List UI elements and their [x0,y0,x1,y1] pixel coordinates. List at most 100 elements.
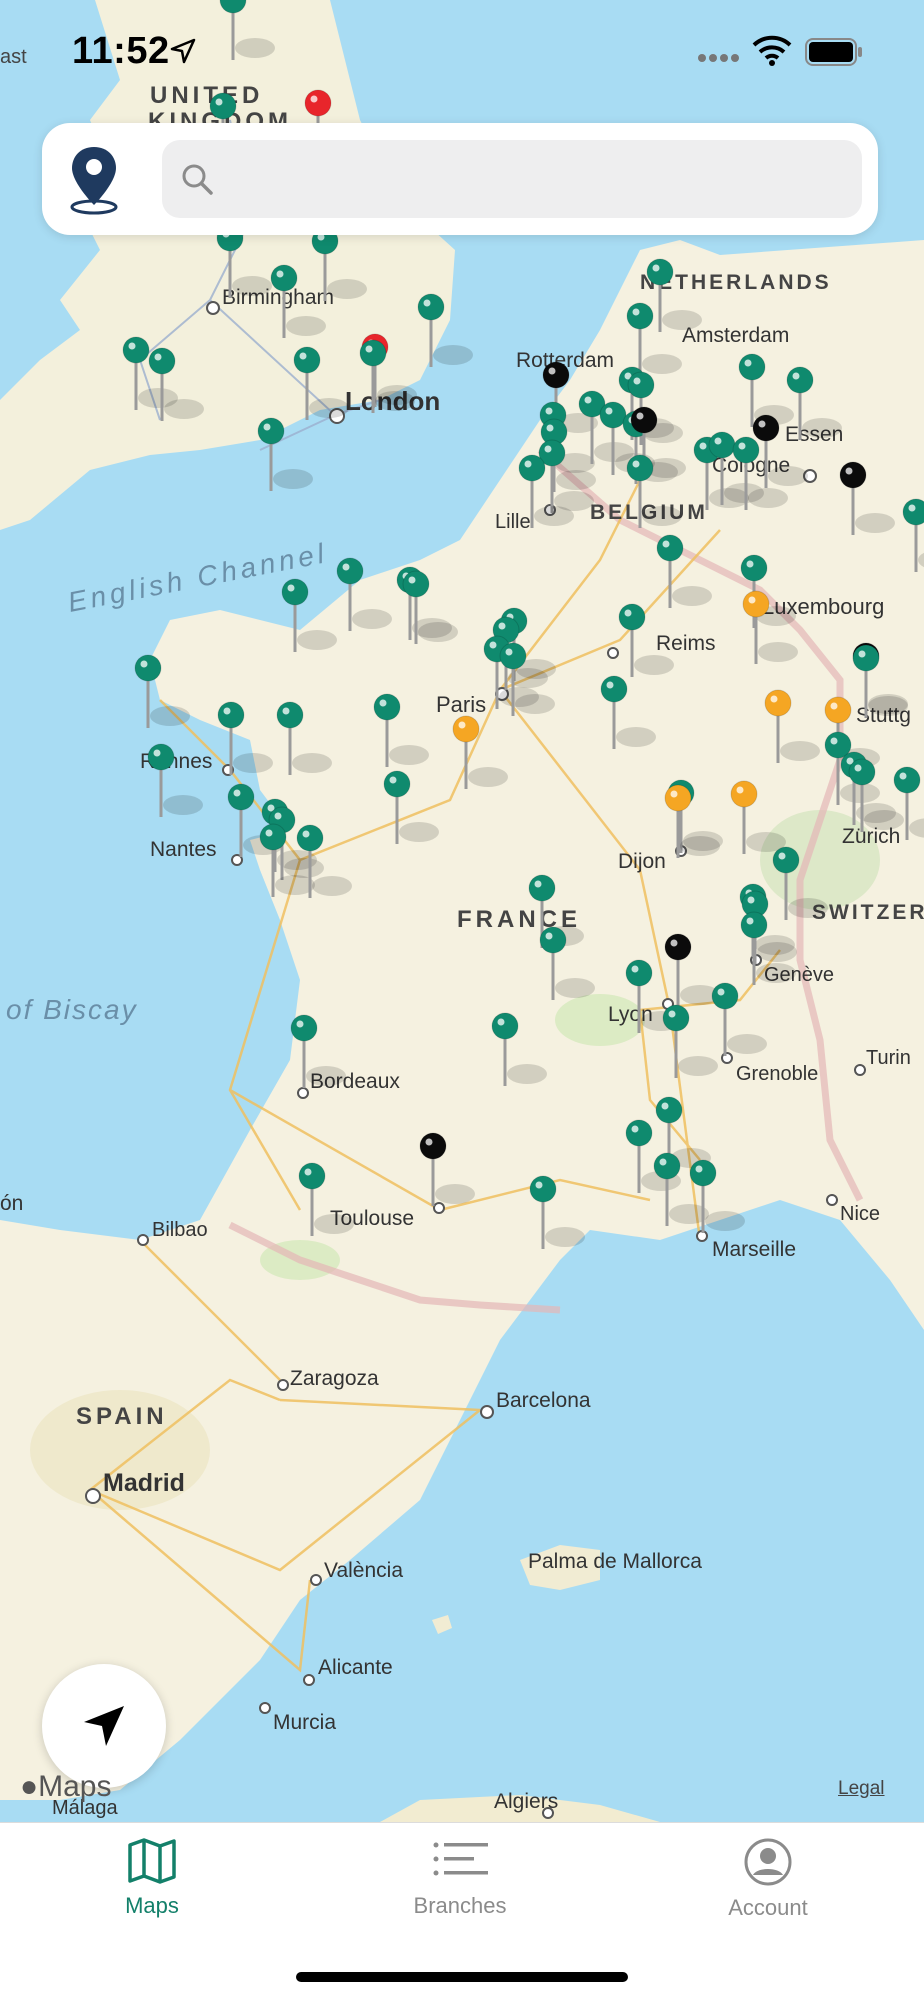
label-madrid: Madrid [103,1469,185,1497]
pin-shadow [232,276,272,296]
pin-shadow [163,795,203,815]
pin-shadow [768,466,808,486]
tab-maps-label: Maps [125,1893,179,1918]
pin-shadow [534,506,574,526]
pin-highlight [546,424,554,432]
pin-highlight [854,764,862,772]
label-amsterdam: Amsterdam [682,324,789,347]
pin-highlight [497,1018,505,1026]
tab-maps[interactable]: Maps [52,1837,252,1957]
label-murcia: Murcia [273,1711,336,1734]
pin-head [655,1096,683,1124]
pin-head [664,784,692,812]
pin-head [270,264,298,292]
pin-head [217,701,245,729]
wifi-icon [752,34,792,71]
pin-head [689,1159,717,1187]
search-input[interactable] [232,150,846,208]
pin-head [148,347,176,375]
pin-shadow [642,354,682,374]
pin-shadow [389,745,429,765]
pin-highlight [584,396,592,404]
pin-head [539,926,567,954]
pin-head [419,1132,447,1160]
pin-shadow [756,963,796,983]
pin-highlight [746,917,754,925]
pin-head [359,339,387,367]
pin-shadow [616,727,656,747]
tab-branches[interactable]: Branches [360,1837,560,1957]
pin-head [259,823,287,851]
pin-shadow [312,876,352,896]
tab-account-label: Account [728,1895,808,1920]
pin-head [730,780,758,808]
pin-shadow [292,753,332,773]
battery-icon [805,38,863,71]
map-view[interactable]: ast UNITED KINGDOM Birmingham London Eng… [0,0,924,1822]
pin-head [740,911,768,939]
label-lille: Lille [495,511,531,533]
pin-highlight [408,576,416,584]
pin-highlight [458,721,466,729]
navigation-arrow-icon [84,1706,124,1746]
pin-head [147,743,175,771]
pin-shadow [150,706,190,726]
pin-head [824,696,852,724]
pin-highlight [534,880,542,888]
label-nice: Nice [840,1203,880,1225]
pin-highlight [489,641,497,649]
pin-highlight [425,1138,433,1146]
pin-highlight [845,467,853,475]
pin-highlight [498,622,506,630]
label-barcelona: Barcelona [496,1389,591,1412]
label-bilbao: Bilbao [152,1219,208,1241]
pin-head [296,824,324,852]
pin-head [740,554,768,582]
home-indicator [296,1972,628,1982]
search-icon [180,162,214,201]
pin-shadow [375,391,415,411]
legal-link[interactable]: Legal [838,1778,885,1800]
pin-head [893,766,921,794]
pin-shadow [864,810,904,830]
label-corner-on: ón [0,1192,23,1215]
pin-shadow [555,978,595,998]
pin-highlight [287,584,295,592]
pin-highlight [299,352,307,360]
location-pin-icon[interactable] [66,143,122,220]
pin-highlight [140,660,148,668]
pin-highlight [714,437,722,445]
pin-highlight [379,699,387,707]
pin-head [281,578,309,606]
pin-head [646,258,674,286]
pin-highlight [738,442,746,450]
pin-head [529,1175,557,1203]
pin-head [452,715,480,743]
pin-shadow [164,399,204,419]
label-nantes: Nantes [150,838,217,861]
pin-highlight [505,648,513,656]
pin-highlight [342,563,350,571]
pin-highlight [670,790,678,798]
pin-head [708,431,736,459]
pin-highlight [668,1010,676,1018]
pin-head [336,557,364,585]
map-canvas[interactable]: ast UNITED KINGDOM Birmingham London Eng… [0,0,924,1822]
pin-head [626,302,654,330]
pin-head [122,336,150,364]
pin-shadow [306,1066,346,1086]
pin-highlight [545,932,553,940]
pin-head [664,933,692,961]
pin-highlight [736,786,744,794]
pin-highlight [699,442,707,450]
pin-highlight [758,420,766,428]
pin-head [276,701,304,729]
tab-account[interactable]: Account [668,1837,868,1957]
maps-attribution-text: Maps [38,1770,112,1803]
search-field[interactable] [162,140,862,218]
pin-head [852,644,880,672]
pin-shadow [662,310,702,330]
label-spain: SPAIN [76,1403,168,1430]
status-bar: 11:52 [0,0,924,100]
pin-head [839,461,867,489]
